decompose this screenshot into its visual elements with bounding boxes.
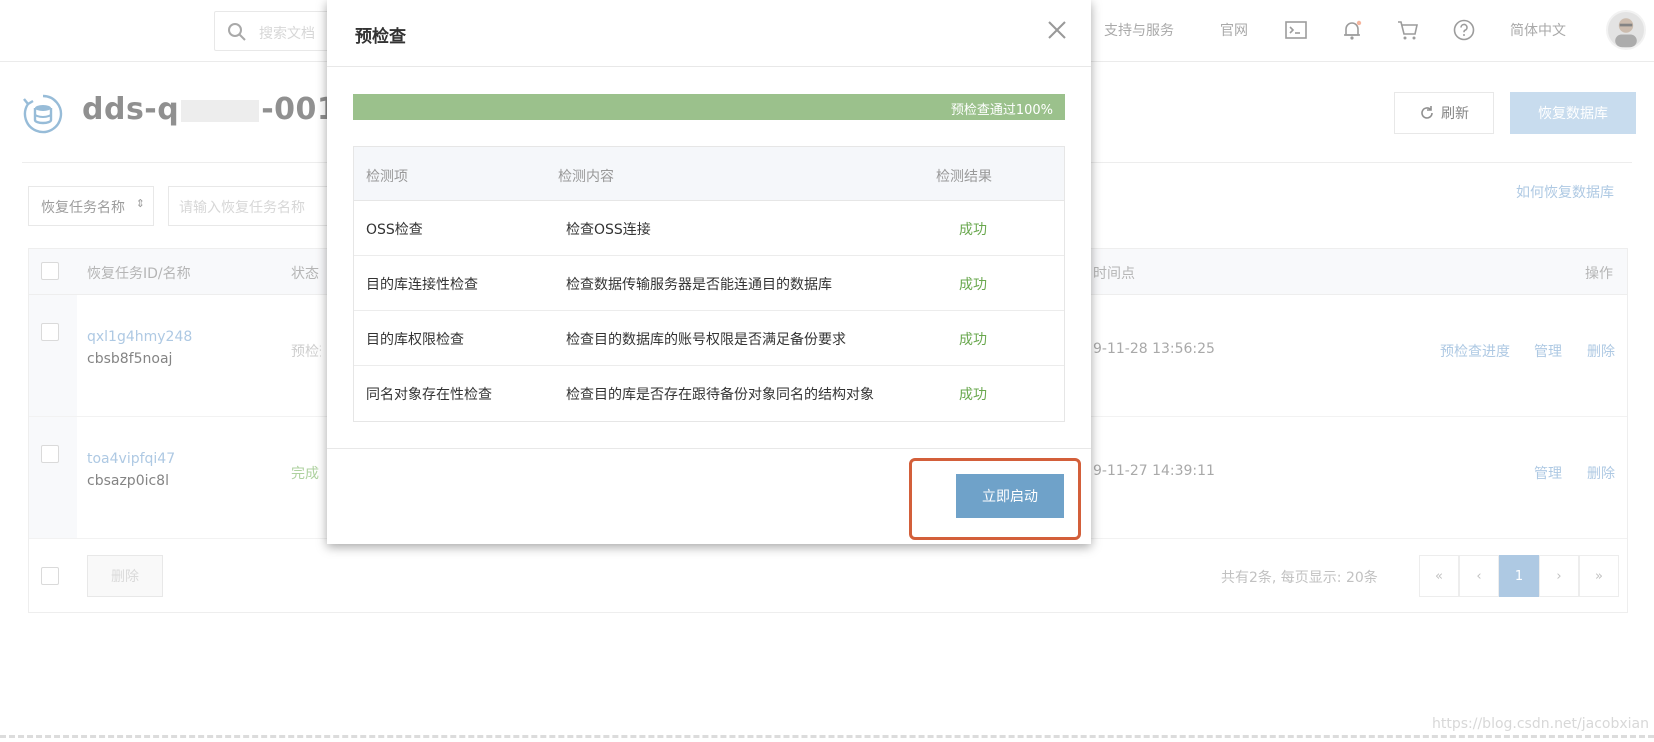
check-item: 目的库权限检查 (366, 332, 464, 348)
dialog-title: 预检查 (355, 27, 406, 47)
result-row: 目的库连接性检查 检查数据传输服务器是否能连通目的数据库 成功 (354, 256, 1064, 311)
check-content: 检查目的数据库的账号权限是否满足备份要求 (566, 332, 846, 348)
dialog-header-divider (327, 66, 1091, 67)
close-icon[interactable] (1045, 18, 1069, 42)
result-table-header: 检测项 检测内容 检测结果 (354, 147, 1064, 201)
col-check-content: 检测内容 (558, 169, 614, 185)
col-check-item: 检测项 (366, 169, 408, 185)
result-row: 目的库权限检查 检查目的数据库的账号权限是否满足备份要求 成功 (354, 311, 1064, 366)
dialog-footer-divider (327, 448, 1091, 449)
check-result: 成功 (959, 222, 987, 238)
check-content: 检查OSS连接 (566, 222, 651, 238)
check-item: 同名对象存在性检查 (366, 387, 492, 403)
check-item: 目的库连接性检查 (366, 277, 478, 293)
check-item: OSS检查 (366, 222, 423, 238)
start-now-button[interactable]: 立即启动 (956, 474, 1064, 518)
progress-text: 预检查通过100% (950, 103, 1053, 118)
precheck-progress-bar: 预检查通过100% (353, 94, 1065, 120)
check-content: 检查目的库是否存在跟待备份对象同名的结构对象 (566, 387, 874, 403)
check-result: 成功 (959, 332, 987, 348)
result-row: 同名对象存在性检查 检查目的库是否存在跟待备份对象同名的结构对象 成功 (354, 366, 1064, 421)
check-result: 成功 (959, 387, 987, 403)
check-content: 检查数据传输服务器是否能连通目的数据库 (566, 277, 832, 293)
precheck-result-table: 检测项 检测内容 检测结果 OSS检查 检查OSS连接 成功 目的库连接性检查 … (353, 146, 1065, 422)
col-check-result: 检测结果 (936, 169, 992, 185)
result-row: OSS检查 检查OSS连接 成功 (354, 201, 1064, 256)
precheck-dialog: 预检查 预检查通过100% 检测项 检测内容 检测结果 OSS检查 检查OSS连… (327, 0, 1091, 544)
check-result: 成功 (959, 277, 987, 293)
